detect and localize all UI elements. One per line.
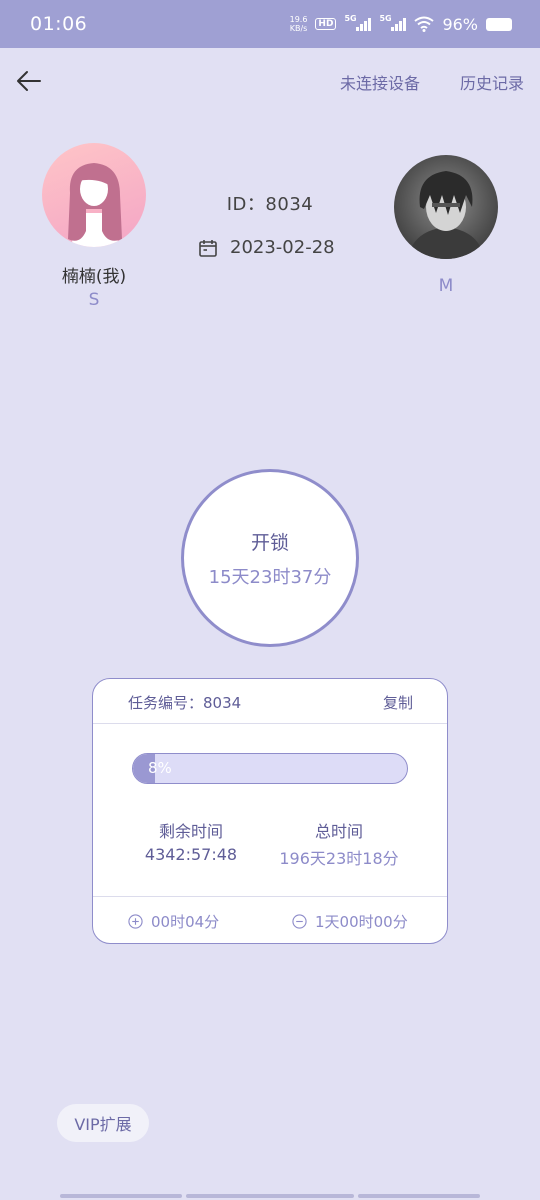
status-time: 01:06: [30, 13, 88, 35]
task-footer: 00时04分 1天00时00分: [93, 896, 447, 943]
nav-indicator-center: [186, 1194, 354, 1198]
network-speed-unit: KB/s: [289, 24, 308, 33]
total-time-label: 总时间: [314, 822, 363, 841]
vip-extension-button[interactable]: VIP扩展: [57, 1104, 149, 1142]
plus-circle-icon: [128, 914, 143, 929]
my-avatar[interactable]: [42, 143, 146, 247]
status-icons: 19.6 KB/s HD 5G 5G 96%: [290, 14, 512, 34]
pair-date: 2023-02-28: [198, 237, 335, 258]
wifi-icon: [414, 16, 435, 32]
nav-indicator-right: [358, 1194, 480, 1198]
pair-id: ID：8034: [226, 194, 314, 215]
progress-bar: 8%: [132, 753, 408, 784]
nav-indicator-left: [60, 1194, 182, 1198]
task-card: 任务编号：8034 复制 8% 剩余时间 4342:57:48 总时间 196天…: [92, 678, 448, 944]
device-status-link[interactable]: 未连接设备: [340, 70, 420, 94]
network-speed: 19.6 KB/s: [290, 15, 308, 33]
female-avatar-icon: [68, 163, 122, 247]
remaining-time-label: 剩余时间: [158, 822, 223, 841]
unlock-button[interactable]: 开锁 15天23时37分: [181, 469, 359, 647]
date-text: 2023-02-28: [230, 237, 335, 258]
my-role: S: [88, 290, 100, 310]
battery-icon: [486, 17, 512, 31]
signal-icon: 5G: [344, 14, 372, 31]
signal-icon-2: 5G: [379, 14, 407, 31]
anime-boy-avatar-icon: [408, 171, 484, 259]
battery-percent: 96%: [442, 14, 478, 34]
subtract-time-label: 1天00时00分: [315, 913, 408, 931]
partner-role: M: [438, 276, 454, 296]
calendar-icon: [199, 239, 217, 257]
signal-label: 5G: [344, 14, 357, 23]
task-number: 任务编号：8034: [128, 694, 242, 712]
task-header: 任务编号：8034 复制: [93, 679, 447, 724]
add-time-button[interactable]: 00时04分: [128, 911, 219, 932]
total-time-value: 196天23时18分: [279, 849, 399, 868]
unlock-label: 开锁: [250, 531, 289, 554]
progress-text: 8%: [148, 759, 172, 777]
network-speed-value: 19.6: [289, 15, 308, 24]
my-name: 楠楠(我): [61, 267, 127, 287]
partner-avatar[interactable]: [394, 155, 498, 259]
hd-badge: HD: [315, 18, 337, 30]
remaining-time-value: 4342:57:48: [144, 845, 238, 864]
history-link[interactable]: 历史记录: [460, 70, 524, 94]
unlock-remaining: 15天23时37分: [208, 566, 332, 588]
back-arrow-icon[interactable]: [14, 66, 44, 96]
status-bar: 01:06 19.6 KB/s HD 5G 5G 96%: [0, 0, 540, 48]
minus-circle-icon: [292, 914, 307, 929]
signal-label-2: 5G: [379, 14, 392, 23]
subtract-time-button[interactable]: 1天00时00分: [292, 911, 408, 932]
copy-button[interactable]: 复制: [383, 692, 413, 713]
add-time-label: 00时04分: [151, 913, 220, 931]
